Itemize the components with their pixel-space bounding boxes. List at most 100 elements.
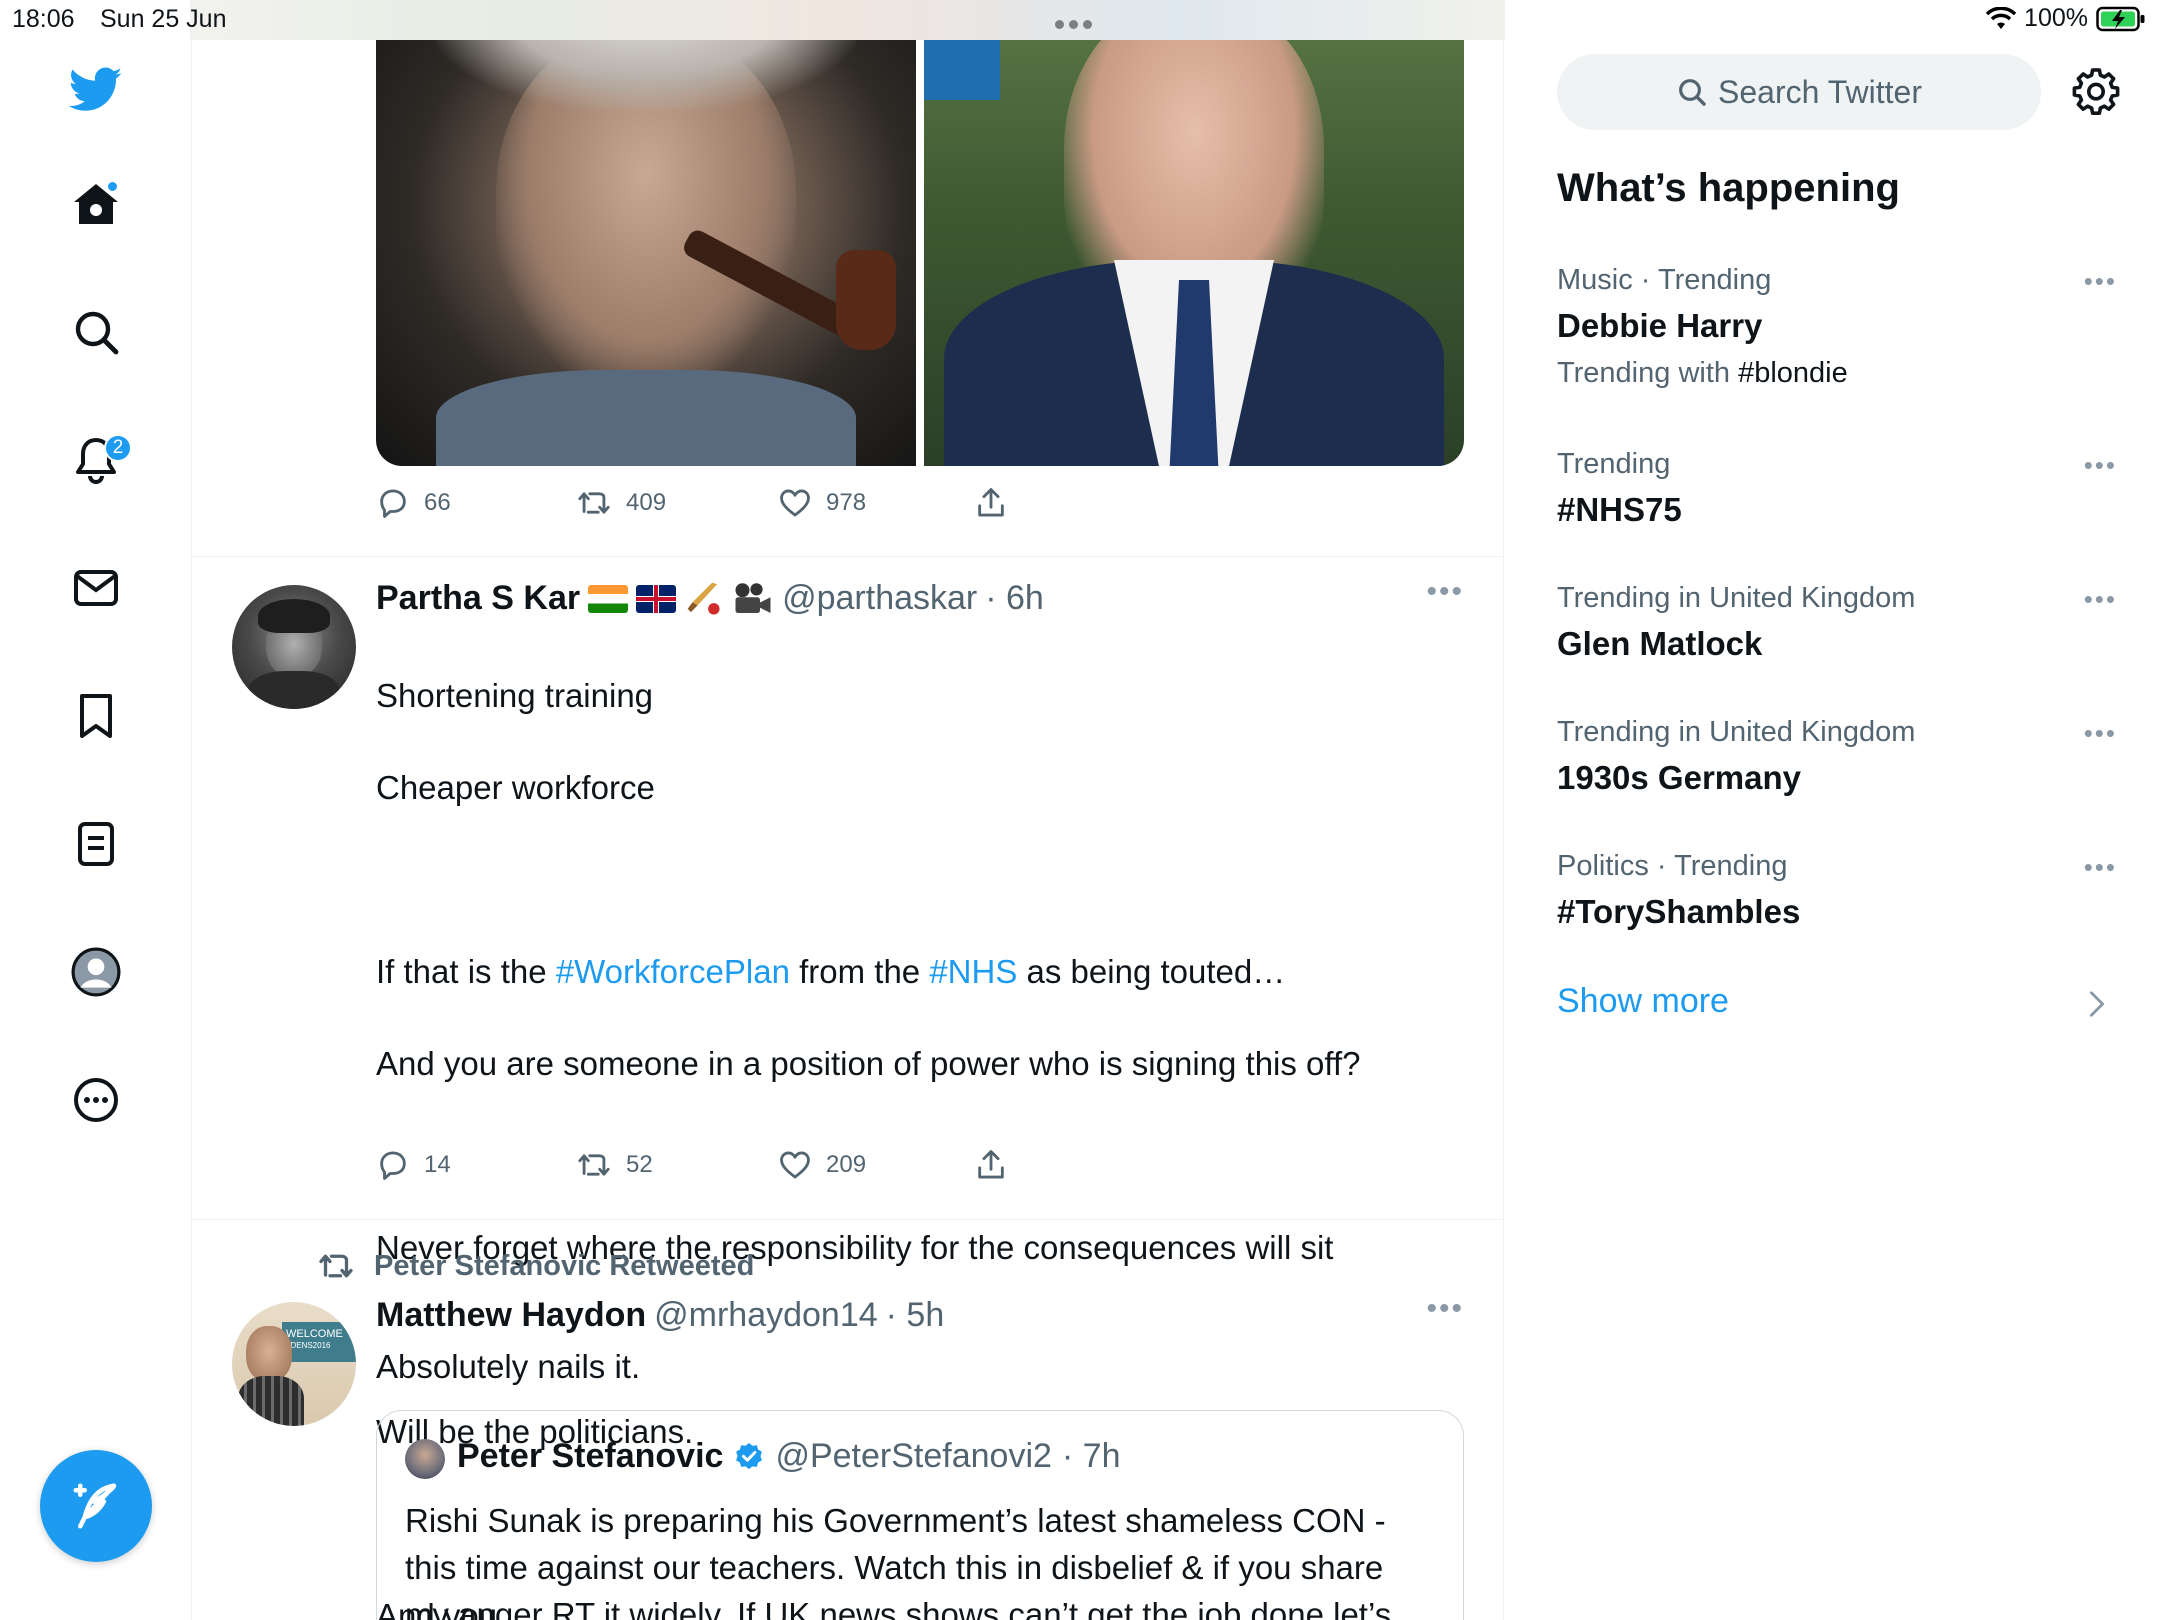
trend-with-tag[interactable]: #blondie bbox=[1738, 357, 1848, 389]
reply-icon bbox=[380, 1151, 406, 1180]
quoted-tweet[interactable]: Peter Stefanovic @PeterStefanovi2 · 7h R… bbox=[376, 1410, 1464, 1620]
retweeted-by[interactable]: Peter Stefanovic Retweeted bbox=[374, 1250, 754, 1283]
quote-line: this time against our teachers. Watch th… bbox=[405, 1549, 1384, 1586]
quote-time[interactable]: · 7h bbox=[1062, 1437, 1121, 1476]
retweet-icon bbox=[578, 1154, 610, 1176]
tweet-actions: 66 409 978 bbox=[376, 486, 1008, 520]
tweet-line: If that is the #WorkforcePlan from the #… bbox=[376, 949, 1361, 995]
tweet-photo-elderly-man-pipe[interactable] bbox=[376, 0, 916, 466]
reply-button[interactable]: 14 bbox=[376, 1148, 576, 1182]
trend-meta: Politics · Trending bbox=[1557, 850, 1788, 882]
quote-header: Peter Stefanovic @PeterStefanovi2 · 7h bbox=[457, 1437, 1121, 1476]
tweet-author-name[interactable]: Matthew Haydon bbox=[376, 1296, 646, 1335]
trend-item[interactable]: Politics · Trending #ToryShambles ••• bbox=[1557, 850, 2117, 931]
notifications-badge: 2 bbox=[104, 434, 132, 462]
tweet-more-icon[interactable]: ••• bbox=[1426, 1292, 1464, 1326]
profile-icon bbox=[71, 947, 121, 997]
search-input[interactable]: Search Twitter bbox=[1557, 54, 2041, 130]
like-button[interactable]: 209 bbox=[778, 1148, 974, 1182]
nav-explore[interactable] bbox=[60, 296, 132, 368]
twitter-logo[interactable] bbox=[60, 54, 132, 126]
show-more-link[interactable]: Show more bbox=[1557, 982, 1729, 1021]
avatar-sign-text: WELCOME bbox=[286, 1328, 343, 1340]
compose-tweet-button[interactable] bbox=[40, 1450, 152, 1562]
trend-item[interactable]: Trending in United Kingdom Glen Matlock … bbox=[1557, 582, 2117, 663]
trend-name: 1930s Germany bbox=[1557, 759, 1802, 796]
movie-camera-icon bbox=[735, 582, 771, 613]
reply-count: 66 bbox=[424, 489, 451, 516]
avatar[interactable] bbox=[232, 585, 356, 709]
like-count: 209 bbox=[826, 1151, 867, 1178]
share-button[interactable] bbox=[974, 1148, 1008, 1182]
trend-name: #NHS75 bbox=[1557, 491, 1682, 528]
trend-item[interactable]: Trending #NHS75 ••• bbox=[1557, 448, 2117, 529]
tweet-time[interactable]: · 6h bbox=[985, 579, 1044, 618]
trend-more-icon[interactable]: ••• bbox=[2084, 584, 2117, 615]
retweet-icon bbox=[319, 1254, 353, 1278]
trend-item[interactable]: Trending in United Kingdom 1930s Germany… bbox=[1557, 716, 2117, 797]
cricket-icon bbox=[687, 582, 720, 615]
tweet-author-handle[interactable]: @mrhaydon14 bbox=[654, 1296, 878, 1335]
share-icon bbox=[978, 488, 1004, 517]
status-right: 100% bbox=[1986, 4, 2146, 33]
nav-more[interactable] bbox=[60, 1064, 132, 1136]
tweet-author-name[interactable]: Partha S Kar bbox=[376, 579, 580, 618]
tweet-text: Absolutely nails it. bbox=[376, 1348, 641, 1385]
retweet-button[interactable]: 52 bbox=[576, 1148, 778, 1182]
hashtag-link[interactable]: #WorkforcePlan bbox=[556, 953, 790, 990]
retweet-count: 52 bbox=[626, 1151, 653, 1178]
chevron-right-icon[interactable] bbox=[2088, 990, 2106, 1018]
tweet-time[interactable]: · 5h bbox=[886, 1296, 945, 1335]
quote-avatar[interactable] bbox=[405, 1439, 445, 1479]
tweet-line-part: from the bbox=[789, 953, 930, 990]
trend-more-icon[interactable]: ••• bbox=[2084, 718, 2117, 749]
quote-author-handle[interactable]: @PeterStefanovi2 bbox=[775, 1437, 1051, 1476]
trend-more-icon[interactable]: ••• bbox=[2084, 266, 2117, 297]
gear-icon bbox=[2072, 68, 2120, 115]
nav-home[interactable] bbox=[60, 168, 132, 240]
timeline: 66 409 978 Partha S Kar @parthaskar · 6h… bbox=[192, 0, 1504, 1620]
tweet-author-handle[interactable]: @parthaskar bbox=[782, 579, 977, 618]
uk-flag-icon bbox=[636, 584, 677, 613]
more-circle-icon bbox=[74, 1078, 118, 1122]
quote-line: Rishi Sunak is preparing his Government’… bbox=[405, 1502, 1386, 1539]
tweet-more-icon[interactable]: ••• bbox=[1426, 575, 1464, 609]
share-icon bbox=[978, 1150, 1004, 1179]
tweet-line: Cheaper workforce bbox=[376, 769, 655, 806]
trend-meta: Trending bbox=[1557, 448, 1671, 480]
nav-messages[interactable] bbox=[60, 552, 132, 624]
retweet-button[interactable]: 409 bbox=[576, 486, 778, 520]
trend-more-icon[interactable]: ••• bbox=[2084, 852, 2117, 883]
trend-item[interactable]: Music · Trending Debbie Harry Trending w… bbox=[1557, 264, 2117, 390]
nav-bookmarks[interactable] bbox=[60, 680, 132, 752]
retweet-context: Peter Stefanovic Retweeted bbox=[316, 1248, 754, 1284]
tweet[interactable]: 66 409 978 bbox=[192, 0, 1503, 557]
multitasking-grabber[interactable] bbox=[1055, 20, 1092, 29]
tweet[interactable]: Partha S Kar @parthaskar · 6h ••• Shorte… bbox=[192, 557, 1503, 1620]
reply-button[interactable]: 66 bbox=[376, 486, 576, 520]
tweet-photo-man-suit[interactable] bbox=[924, 0, 1464, 466]
tweet-media[interactable] bbox=[376, 0, 1464, 466]
quote-line: my anger RT it widely. If UK news shows … bbox=[405, 1596, 1392, 1620]
status-bar: 18:06 Sun 25 Jun 100% bbox=[0, 0, 2160, 38]
share-button[interactable] bbox=[974, 486, 1008, 520]
tweet-header: Matthew Haydon @mrhaydon14 · 5h bbox=[376, 1296, 944, 1335]
battery-charging-icon bbox=[2096, 6, 2145, 31]
quote-author-name[interactable]: Peter Stefanovic bbox=[457, 1437, 723, 1476]
reply-icon bbox=[380, 489, 406, 518]
quote-text: Rishi Sunak is preparing his Government’… bbox=[405, 1497, 1391, 1620]
tweet[interactable]: Peter Stefanovic Retweeted WELCOME #DENS… bbox=[192, 1220, 1503, 1620]
nav-profile[interactable] bbox=[60, 936, 132, 1008]
hashtag-link[interactable]: #NHS bbox=[929, 953, 1017, 990]
tweet-line-part: If that is the bbox=[376, 953, 556, 990]
nav-lists[interactable] bbox=[60, 808, 132, 880]
like-button[interactable]: 978 bbox=[778, 486, 974, 520]
settings-button[interactable] bbox=[2072, 68, 2120, 116]
nav-notifications[interactable]: 2 bbox=[60, 424, 132, 496]
status-time: 18:06 bbox=[12, 5, 75, 33]
wifi-icon bbox=[1986, 6, 2017, 29]
avatar[interactable]: WELCOME #DENS2016 bbox=[232, 1302, 356, 1426]
trend-more-icon[interactable]: ••• bbox=[2084, 450, 2117, 481]
compose-feather-icon bbox=[73, 1483, 117, 1529]
avatar-sign-subtext: #DENS2016 bbox=[286, 1341, 331, 1350]
